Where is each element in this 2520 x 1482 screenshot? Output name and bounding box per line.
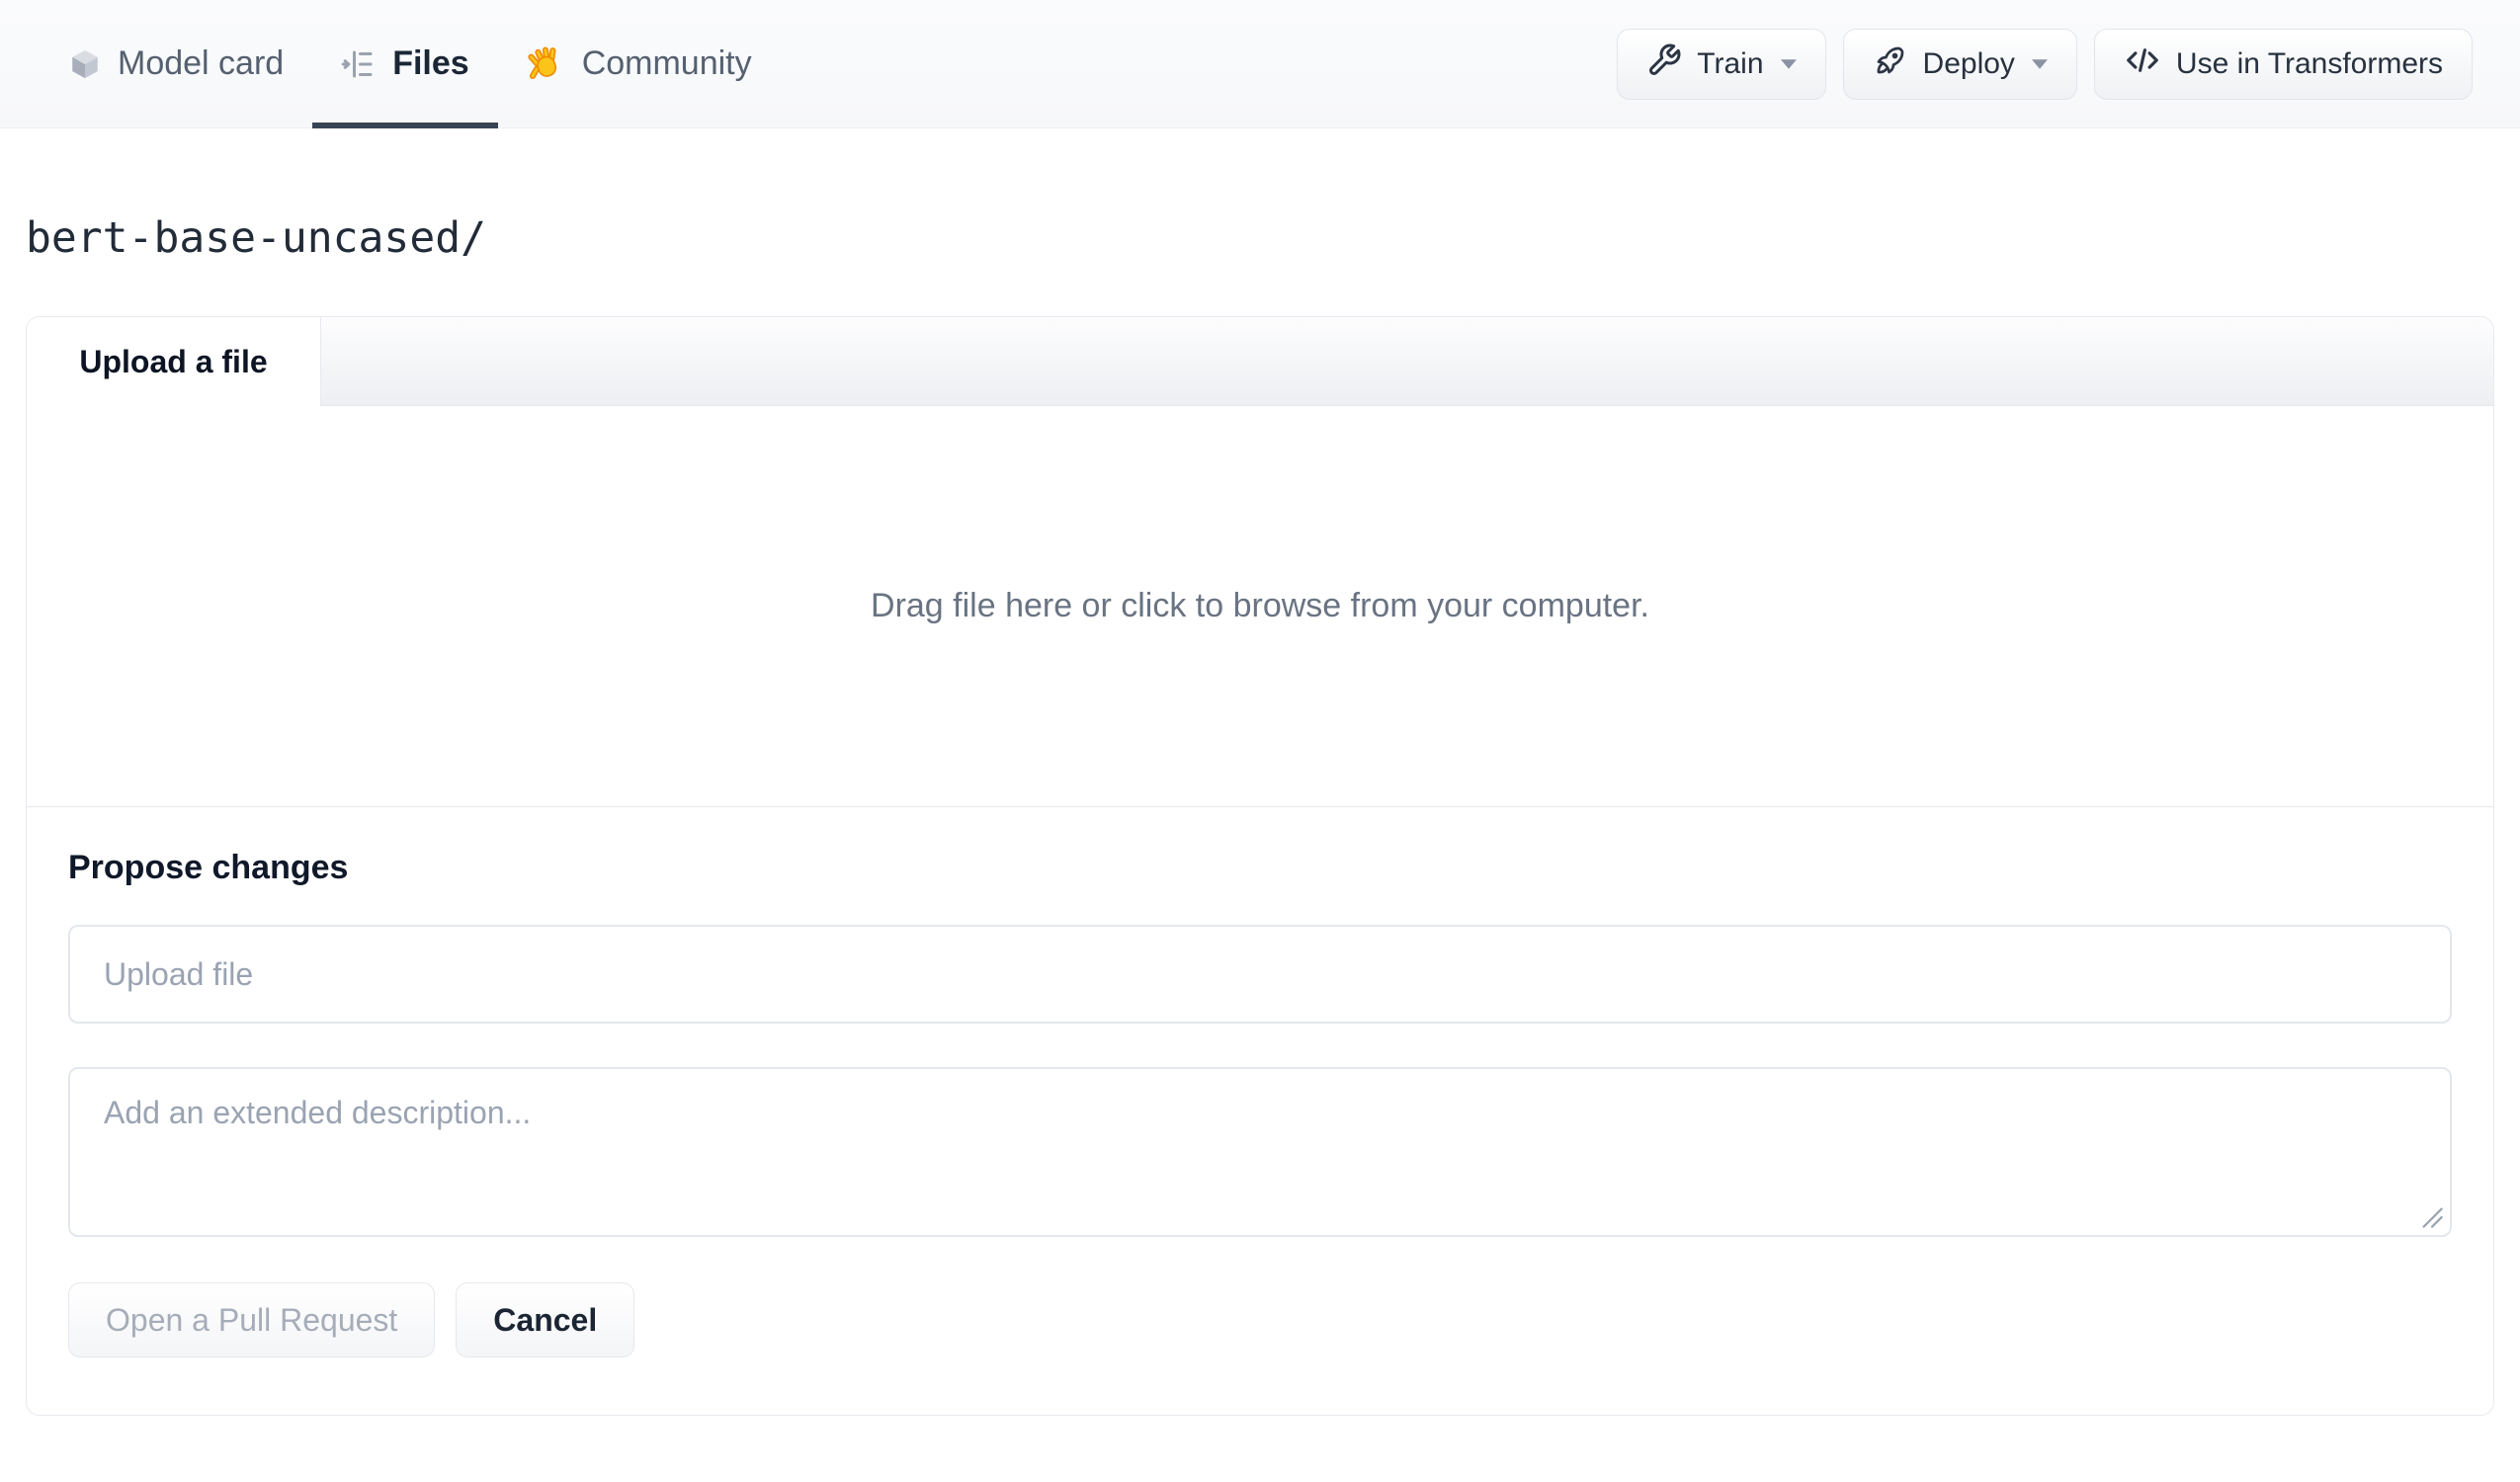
waving-hand-icon <box>527 44 566 84</box>
train-button[interactable]: Train <box>1617 28 1826 100</box>
breadcrumb[interactable]: bert-base-uncased/ <box>26 213 486 263</box>
resize-handle-icon[interactable] <box>2418 1203 2445 1230</box>
tab-upload-a-file[interactable]: Upload a file <box>27 317 321 406</box>
tab-files[interactable]: Files <box>312 0 499 128</box>
upload-panel-tab-bar: Upload a file <box>27 317 2493 406</box>
extended-description-textarea[interactable] <box>68 1067 2452 1237</box>
dropzone-text: Drag file here or click to browse from y… <box>871 587 1649 624</box>
open-pull-request-button[interactable]: Open a Pull Request <box>68 1282 436 1358</box>
deploy-button[interactable]: Deploy <box>1842 28 2077 100</box>
upload-file-input[interactable] <box>68 925 2452 1024</box>
tab-strip-filler <box>321 317 2493 406</box>
propose-actions-row: Open a Pull Request Cancel <box>68 1282 2452 1358</box>
cancel-button[interactable]: Cancel <box>456 1282 635 1358</box>
propose-changes-heading: Propose changes <box>68 849 349 886</box>
wrench-icon <box>1646 42 1682 86</box>
cube-icon <box>68 47 102 81</box>
repo-tab-bar: Model card Files Community <box>40 0 781 128</box>
tab-label: Model card <box>118 44 285 82</box>
rocket-icon <box>1873 42 1908 86</box>
use-in-transformers-button[interactable]: Use in Transformers <box>2093 28 2473 100</box>
upload-panel: Upload a file Drag file here or click to… <box>26 316 2494 1416</box>
tab-model-card[interactable]: Model card <box>40 0 312 127</box>
chevron-down-icon <box>2031 58 2048 69</box>
file-dropzone[interactable]: Drag file here or click to browse from y… <box>27 406 2493 807</box>
code-icon <box>2124 41 2161 87</box>
chevron-down-icon <box>1780 58 1797 69</box>
button-label: Train <box>1697 46 1764 80</box>
top-nav: Model card Files Community Train Deploy … <box>0 0 2520 128</box>
button-label: Deploy <box>1922 46 2015 80</box>
tab-label: Upload a file <box>79 343 268 379</box>
propose-changes-section: Propose changes Open a Pull Request Canc… <box>27 807 2493 1415</box>
page-content: bert-base-uncased/ Upload a file Drag fi… <box>0 128 2520 1416</box>
files-list-icon <box>341 46 377 82</box>
tab-label: Community <box>581 44 752 82</box>
repo-action-buttons: Train Deploy Use in Transformers <box>1617 28 2473 100</box>
description-field-wrapper <box>68 1067 2452 1237</box>
tab-label: Files <box>392 44 469 82</box>
tab-community[interactable]: Community <box>498 0 781 127</box>
button-label: Use in Transformers <box>2175 46 2443 80</box>
